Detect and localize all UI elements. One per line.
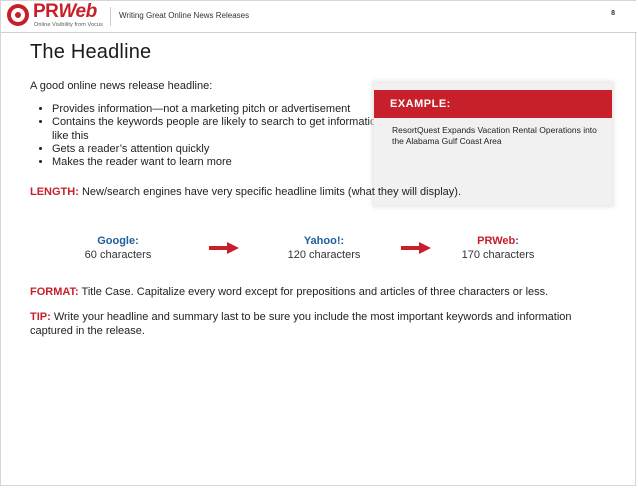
headline-criteria-list: Provides information—not a marketing pit… — [30, 103, 392, 169]
length-label: LENGTH: — [30, 186, 79, 198]
engine-google: Google: 60 characters — [43, 234, 193, 262]
engine-name: Yahoo!: — [303, 235, 345, 247]
header-bar: PRWeb Online Visibility from Vocus Writi… — [1, 1, 637, 33]
list-item: Makes the reader want to learn more — [52, 156, 392, 169]
format-label: FORMAT: — [30, 286, 79, 298]
page-number: 8 — [611, 10, 615, 17]
list-item: Provides information—not a marketing pit… — [52, 103, 392, 116]
header-divider — [110, 7, 111, 26]
engine-limit: 170 characters — [461, 249, 535, 261]
format-text: Title Case. Capitalize every word except… — [78, 286, 549, 298]
engine-name: PRWeb: — [477, 235, 519, 247]
list-item: Contains the keywords people are likely … — [52, 116, 392, 143]
engine-name: Google: — [97, 235, 139, 247]
engine-yahoo: Yahoo!: 120 characters — [249, 234, 399, 262]
engine-limit: 60 characters — [84, 249, 152, 261]
format-paragraph: FORMAT: Title Case. Capitalize every wor… — [30, 285, 600, 299]
example-headline: ResortQuest Expands Vacation Rental Oper… — [392, 125, 597, 146]
intro-text: A good online news release headline: — [30, 80, 213, 92]
slide: PRWeb Online Visibility from Vocus Writi… — [0, 0, 637, 486]
engine-prweb: PRWeb: 170 characters — [423, 234, 573, 262]
length-text: New/search engines have very specific he… — [78, 186, 462, 198]
tip-label: TIP: — [30, 311, 51, 323]
tip-paragraph: TIP: Write your headline and summary las… — [30, 310, 595, 338]
example-heading: EXAMPLE: — [390, 98, 451, 110]
prweb-logo-icon — [7, 4, 29, 26]
logo-tagline: Online Visibility from Vocus — [34, 22, 104, 28]
page-title: The Headline — [30, 41, 152, 63]
tip-text: Write your headline and summary last to … — [30, 311, 572, 337]
prweb-logo-text: PRWeb — [33, 1, 97, 22]
list-item: Gets a reader’s attention quickly — [52, 143, 392, 156]
length-paragraph: LENGTH: New/search engines have very spe… — [30, 185, 600, 199]
header-title: Writing Great Online News Releases — [119, 11, 250, 20]
engine-limit: 120 characters — [287, 249, 361, 261]
example-header: EXAMPLE: — [374, 90, 612, 118]
arrow-right-icon — [209, 242, 239, 254]
